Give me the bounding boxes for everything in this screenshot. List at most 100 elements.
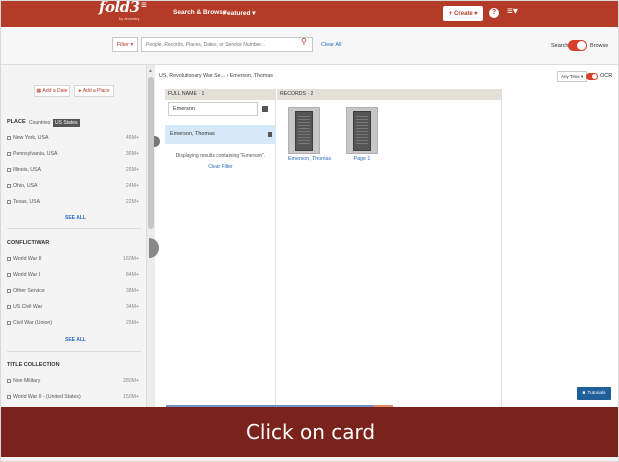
name-result-row[interactable]: Emerson, Thomas	[165, 125, 276, 144]
row-count: 34M+	[125, 303, 139, 310]
place-see-all-link[interactable]: SEE ALL	[65, 215, 86, 221]
row-count: 280M+	[122, 377, 139, 384]
sidebar-scrollbar[interactable]: ▲	[147, 65, 155, 408]
tutorials-icon: ■	[582, 391, 586, 396]
scroll-up-arrow-icon[interactable]: ▲	[148, 68, 153, 74]
title-collection-row[interactable]: Non Military 280M+	[7, 377, 139, 387]
checkbox[interactable]	[7, 289, 11, 293]
ocr-toggle[interactable]	[586, 73, 598, 80]
full-name-column-header: FULL NAME · 1	[165, 89, 276, 100]
checkbox[interactable]	[7, 152, 11, 156]
checkbox[interactable]	[7, 136, 11, 140]
row-count: 38M+	[125, 287, 139, 294]
place-heading: PLACE	[7, 119, 26, 125]
add-date-button[interactable]: ▦ Add a Date	[34, 85, 70, 97]
conflict-heading: CONFLICT/WAR	[7, 240, 50, 246]
row-label: US Civil War	[13, 303, 43, 310]
logo-text: fold3	[99, 0, 140, 16]
record-card[interactable]: Page 1	[346, 107, 378, 162]
row-label: Texas, USA	[13, 198, 41, 205]
row-count: 46M+	[125, 134, 139, 141]
checkbox[interactable]	[7, 321, 11, 325]
checkbox[interactable]	[7, 305, 11, 309]
tab-countries[interactable]: Countries	[29, 120, 50, 126]
toggle-knob	[592, 74, 597, 79]
row-count: 160M+	[122, 255, 139, 262]
tutorials-label: Tutorials	[587, 391, 606, 396]
help-icon[interactable]: ?	[489, 8, 499, 18]
collapse-sidebar-handle[interactable]	[149, 238, 159, 258]
tutorials-button[interactable]: ■ Tutorials	[577, 387, 611, 400]
ocr-label: OCR	[600, 73, 613, 79]
document-icon	[268, 132, 272, 137]
checkbox[interactable]	[7, 273, 11, 277]
logo-subtitle: by ancestry	[119, 16, 140, 21]
create-button[interactable]: + Create ▾	[443, 6, 483, 21]
toggle-knob	[577, 41, 586, 50]
checkbox[interactable]	[7, 379, 11, 383]
add-place-button[interactable]: ● Add a Place	[74, 85, 114, 97]
instruction-caption: Click on card	[1, 407, 618, 457]
name-filter-input[interactable]: Emerson	[168, 102, 258, 116]
add-date-label: Add a Date	[42, 88, 68, 94]
conflict-row[interactable]: World War II 160M+	[7, 255, 139, 265]
place-row[interactable]: Illinois, USA 26M+	[7, 166, 139, 176]
conflict-row[interactable]: Civil War (Union) 25M+	[7, 319, 139, 329]
checkbox[interactable]	[7, 257, 11, 261]
name-result-label: Emerson, Thomas	[170, 131, 215, 137]
title-collection-heading: TITLE COLLECTION	[7, 362, 60, 368]
screen: fold3 ≡ by ancestry Search & Browse Feat…	[0, 0, 619, 462]
row-count: 22M+	[125, 198, 139, 205]
row-label: Illinois, USA	[13, 166, 41, 173]
row-label: World War II - (United States)	[13, 393, 81, 400]
breadcrumb[interactable]: US, Revolutionary War Se... › Emerson, T…	[159, 73, 273, 79]
panel-resize-handle[interactable]	[154, 136, 160, 147]
place-row[interactable]: Pennsylvania, USA 36M+	[7, 150, 139, 160]
conflict-row[interactable]: Other Service 38M+	[7, 287, 139, 297]
scroll-thumb[interactable]	[148, 77, 154, 229]
search-icon[interactable]: ⚲	[301, 37, 307, 46]
divider	[7, 228, 141, 229]
search-mode-label: Search	[551, 43, 569, 49]
row-count: 24M+	[125, 182, 139, 189]
record-card-label[interactable]: Page 1	[346, 156, 378, 162]
title-collection-row[interactable]: World War II - (United States) 150M+	[7, 393, 139, 403]
any-time-dropdown[interactable]: Any Time ▾	[557, 71, 588, 82]
account-menu-icon[interactable]: ≡▾	[507, 6, 518, 17]
clear-filter-link[interactable]: Clear Filter	[165, 164, 276, 170]
place-row[interactable]: Ohio, USA 24M+	[7, 182, 139, 192]
row-count: 25M+	[125, 319, 139, 326]
checkbox[interactable]	[7, 184, 11, 188]
nav-featured[interactable]: Featured ▾	[223, 9, 256, 17]
nav-search-browse[interactable]: Search & Browse	[173, 9, 226, 16]
conflict-row[interactable]: US Civil War 34M+	[7, 303, 139, 313]
conflict-see-all-link[interactable]: SEE ALL	[65, 337, 86, 343]
place-row[interactable]: New York, USA 46M+	[7, 134, 139, 144]
top-nav: fold3 ≡ by ancestry Search & Browse Feat…	[1, 0, 618, 27]
record-card[interactable]: Emerson, Thomas	[288, 107, 331, 162]
search-input[interactable]	[141, 37, 313, 52]
row-count: 26M+	[125, 166, 139, 173]
row-label: World War I	[13, 271, 41, 278]
tab-us-states[interactable]: US States	[53, 119, 80, 127]
displaying-message: Displaying results containing "Emerson".	[175, 153, 266, 159]
clear-all-link[interactable]: Clear All	[321, 42, 341, 48]
place-row[interactable]: Texas, USA 22M+	[7, 198, 139, 208]
search-bar: Filter ▾ ⚲ Clear All Search Browse	[1, 27, 618, 65]
conflict-row[interactable]: World War I 84M+	[7, 271, 139, 281]
checkbox[interactable]	[7, 395, 11, 399]
filter-sidebar: ▦ Add a Date ● Add a Place PLACE Countri…	[1, 65, 147, 408]
filter-button[interactable]: Filter ▾	[112, 37, 138, 52]
record-card-label[interactable]: Emerson, Thomas	[288, 156, 331, 162]
checkbox[interactable]	[7, 168, 11, 172]
checkbox[interactable]	[7, 200, 11, 204]
create-label: Create ▾	[454, 11, 478, 17]
logo-flag-icon: ≡	[141, 0, 147, 11]
record-thumbnail[interactable]	[346, 107, 378, 154]
search-browse-toggle[interactable]	[568, 40, 587, 51]
plus-icon: +	[448, 10, 453, 17]
record-thumbnail[interactable]	[288, 107, 320, 154]
fold3-logo[interactable]: fold3 ≡ by ancestry	[91, 0, 151, 24]
list-view-icon[interactable]	[262, 106, 268, 112]
records-column-header: RECORDS · 2	[277, 89, 502, 100]
